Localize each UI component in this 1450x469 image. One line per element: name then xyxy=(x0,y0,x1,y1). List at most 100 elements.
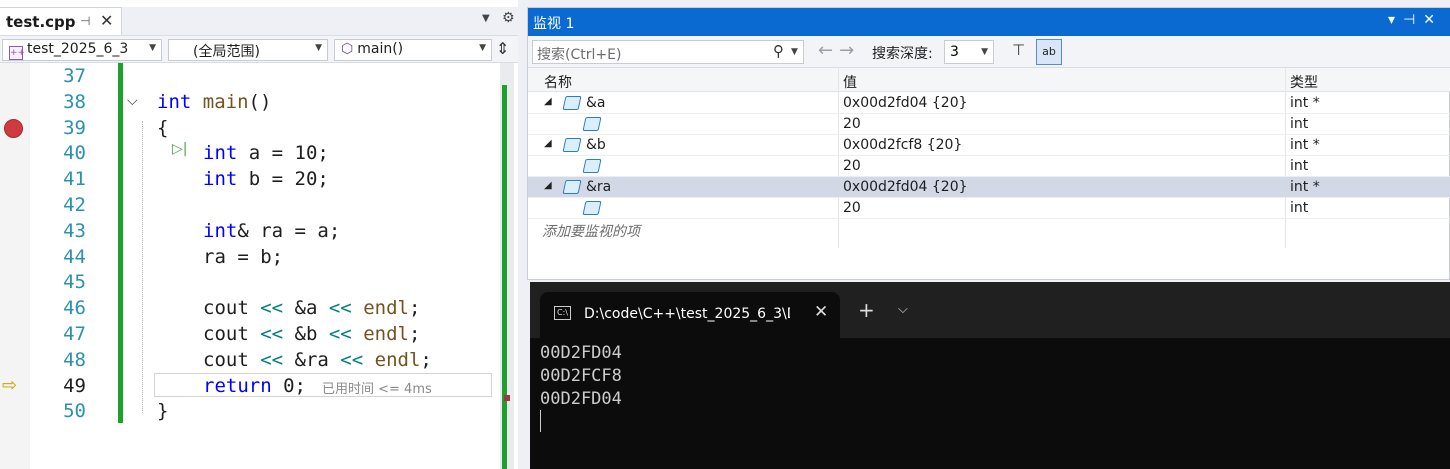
instruction-pointer-icon[interactable]: ⇨ xyxy=(2,375,17,396)
line-number: 41 xyxy=(63,168,86,191)
search-depth-dropdown[interactable]: 3 ▼ xyxy=(944,40,994,64)
terminal-tab-title: D:\code\C++\test_2025_6_3\D xyxy=(584,306,790,322)
watch-row-selected[interactable]: ◢ &ra 0x00d2fd04 {20} int * xyxy=(528,177,1450,198)
tab-test-cpp[interactable]: test.cpp ⊣ ✕ xyxy=(0,7,122,35)
variable-icon xyxy=(582,159,602,173)
code-line: 48 cout << &ra << endl; xyxy=(0,347,500,373)
collapse-icon[interactable]: ⌵ xyxy=(127,93,138,109)
pin-icon[interactable]: ⊣ xyxy=(80,14,90,28)
perf-tip[interactable]: 已用时间 <= 4ms xyxy=(322,378,432,397)
code-line: 50 } xyxy=(0,398,500,424)
new-tab-button[interactable]: + xyxy=(858,298,875,322)
watch-type: int xyxy=(1290,200,1309,216)
search-icon[interactable]: ⚲ xyxy=(773,42,784,60)
code-text: cout << &b << endl; xyxy=(203,323,421,345)
line-number: 50 xyxy=(63,400,86,423)
watch-type: int xyxy=(1290,158,1309,174)
expand-icon[interactable]: ◢ xyxy=(544,96,552,107)
line-number: 38 xyxy=(63,90,86,113)
code-text: cout << &ra << endl; xyxy=(203,348,432,371)
code-text: int b = 20; xyxy=(203,168,329,191)
watch-row[interactable]: 20 int xyxy=(528,114,1450,135)
code-line: 37 xyxy=(0,63,500,89)
scrollbar-breakpoint-marker xyxy=(504,395,510,401)
code-line: 42 xyxy=(0,192,500,218)
line-number: 37 xyxy=(63,65,86,87)
function-dropdown[interactable]: ⬡ main() ▼ xyxy=(334,39,492,61)
header-value[interactable]: 值 xyxy=(843,72,857,92)
navigation-bar: ++ test_2025_6_3 ▼ (全局范围) ▼ ⬡ main() ▼ ⇕ xyxy=(0,35,518,63)
watch-row[interactable]: ◢ &a 0x00d2fd04 {20} int * xyxy=(528,93,1450,114)
variable-icon xyxy=(582,201,602,215)
watch-value: 20 xyxy=(843,116,861,132)
line-number: 45 xyxy=(63,271,86,294)
watch-row[interactable]: ◢ &b 0x00d2fcf8 {20} int * xyxy=(528,135,1450,156)
nav-arrows-icon[interactable]: ←→ xyxy=(818,40,860,61)
code-line: 39 { xyxy=(0,115,500,141)
watch-name: &ra xyxy=(586,179,612,195)
project-dropdown[interactable]: ++ test_2025_6_3 ▼ xyxy=(2,39,162,61)
watch-window: 监视 1 ▾⊣✕ 搜索(Ctrl+E) ⚲ ▼ ←→ 搜索深度: 3 ▼ ⊤ a… xyxy=(527,7,1450,280)
watch-header: 名称 值 类型 xyxy=(528,68,1450,92)
variable-icon xyxy=(562,138,582,152)
run-to-click-icon[interactable]: ▷| xyxy=(172,141,187,157)
split-icon[interactable]: ⇕ xyxy=(496,39,509,58)
terminal-tab-strip: C:\ D:\code\C++\test_2025_6_3\D ✕ + ⌵ xyxy=(530,282,1450,338)
watch-type: int * xyxy=(1290,179,1320,195)
code-line: 38 ⌵ int main() xyxy=(0,89,500,115)
hex-display-icon[interactable]: ab xyxy=(1036,39,1062,65)
window-buttons[interactable]: ▾⊣✕ xyxy=(1388,12,1443,28)
function-name: main() xyxy=(357,41,404,57)
watch-value: 20 xyxy=(843,200,861,216)
close-icon[interactable]: ✕ xyxy=(100,11,113,30)
gear-icon[interactable]: ⚙ xyxy=(502,10,515,26)
watch-toolbar: 搜索(Ctrl+E) ⚲ ▼ ←→ 搜索深度: 3 ▼ ⊤ ab xyxy=(528,36,1450,68)
pin-icon[interactable]: ⊤ xyxy=(1012,41,1025,59)
console-icon: C:\ xyxy=(554,306,571,320)
tab-label: test.cpp xyxy=(6,13,76,31)
terminal-cursor xyxy=(540,410,541,432)
watch-row[interactable]: 20 int xyxy=(528,198,1450,219)
project-icon: ++ xyxy=(9,46,26,60)
terminal-output-line: 00D2FD04 xyxy=(540,389,622,409)
watch-title-bar[interactable]: 监视 1 ▾⊣✕ xyxy=(528,8,1450,36)
cube-icon: ⬡ xyxy=(341,41,354,57)
close-icon[interactable]: ✕ xyxy=(814,302,828,322)
code-text: { xyxy=(157,116,169,139)
chevron-down-icon[interactable]: ⌵ xyxy=(898,302,908,317)
search-placeholder: 搜索(Ctrl+E) xyxy=(537,47,622,63)
chevron-down-icon: ▼ xyxy=(149,43,156,53)
scope-name: (全局范围) xyxy=(193,44,260,60)
code-area[interactable]: 37 38 ⌵ int main() 39 { 40 ▷| int a = 10… xyxy=(0,63,518,469)
expand-icon[interactable]: ◢ xyxy=(544,180,552,191)
terminal-tab[interactable]: C:\ D:\code\C++\test_2025_6_3\D ✕ xyxy=(540,292,840,338)
expand-icon[interactable]: ◢ xyxy=(544,138,552,149)
add-watch-item[interactable]: 添加要监视的项 xyxy=(542,221,640,241)
line-number: 48 xyxy=(63,348,86,371)
code-text: cout << &a << endl; xyxy=(203,297,421,320)
breakpoint-icon[interactable] xyxy=(4,118,23,138)
code-line: 43 int& ra = a; xyxy=(0,218,500,244)
line-number: 40 xyxy=(63,142,86,165)
code-editor: test.cpp ⊣ ✕ ▼ ⚙ ++ test_2025_6_3 ▼ (全局范围… xyxy=(0,0,518,469)
terminal-output-line: 00D2FCF8 xyxy=(540,366,622,386)
terminal-output-line: 00D2FD04 xyxy=(540,343,622,363)
vertical-scrollbar[interactable] xyxy=(500,63,514,469)
chevron-down-icon: ▼ xyxy=(981,47,988,57)
header-name[interactable]: 名称 xyxy=(544,72,572,92)
watch-row[interactable]: 20 int xyxy=(528,156,1450,177)
project-name: test_2025_6_3 xyxy=(27,41,129,57)
variable-icon xyxy=(562,180,582,194)
code-text: return 0; xyxy=(203,374,306,397)
tab-list-dropdown-icon[interactable]: ▼ xyxy=(482,13,490,24)
search-input[interactable]: 搜索(Ctrl+E) ⚲ ▼ xyxy=(532,40,804,64)
chevron-down-icon[interactable]: ▼ xyxy=(791,47,798,57)
watch-value: 0x00d2fcf8 {20} xyxy=(843,137,963,153)
search-depth-value: 3 xyxy=(950,44,959,60)
variable-icon xyxy=(562,96,582,110)
scope-dropdown[interactable]: (全局范围) ▼ xyxy=(168,39,328,61)
watch-type: int * xyxy=(1290,137,1320,153)
variable-icon xyxy=(582,117,602,131)
header-type[interactable]: 类型 xyxy=(1290,72,1318,92)
line-number: 39 xyxy=(63,116,86,139)
